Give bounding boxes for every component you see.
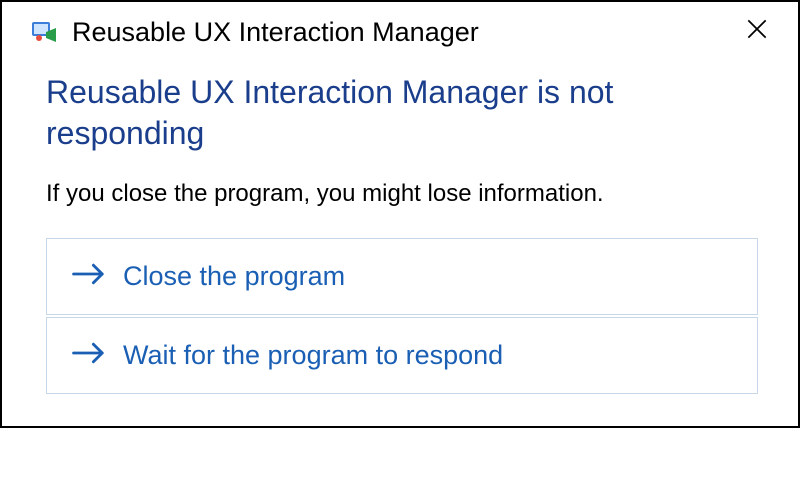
- dialog-content: Reusable UX Interaction Manager is not r…: [2, 58, 798, 426]
- close-program-label: Close the program: [123, 261, 345, 292]
- wait-program-label: Wait for the program to respond: [123, 340, 503, 371]
- dialog-heading: Reusable UX Interaction Manager is not r…: [46, 72, 758, 154]
- app-title: Reusable UX Interaction Manager: [72, 17, 736, 48]
- warning-text: If you close the program, you might lose…: [46, 180, 758, 208]
- app-icon: [30, 18, 58, 46]
- arrow-right-icon: [71, 261, 107, 291]
- arrow-right-icon: [71, 340, 107, 370]
- titlebar: Reusable UX Interaction Manager: [2, 2, 798, 58]
- not-responding-dialog: Reusable UX Interaction Manager Reusable…: [0, 0, 800, 428]
- close-icon[interactable]: [736, 16, 778, 48]
- wait-program-button[interactable]: Wait for the program to respond: [46, 317, 758, 394]
- close-program-button[interactable]: Close the program: [46, 238, 758, 315]
